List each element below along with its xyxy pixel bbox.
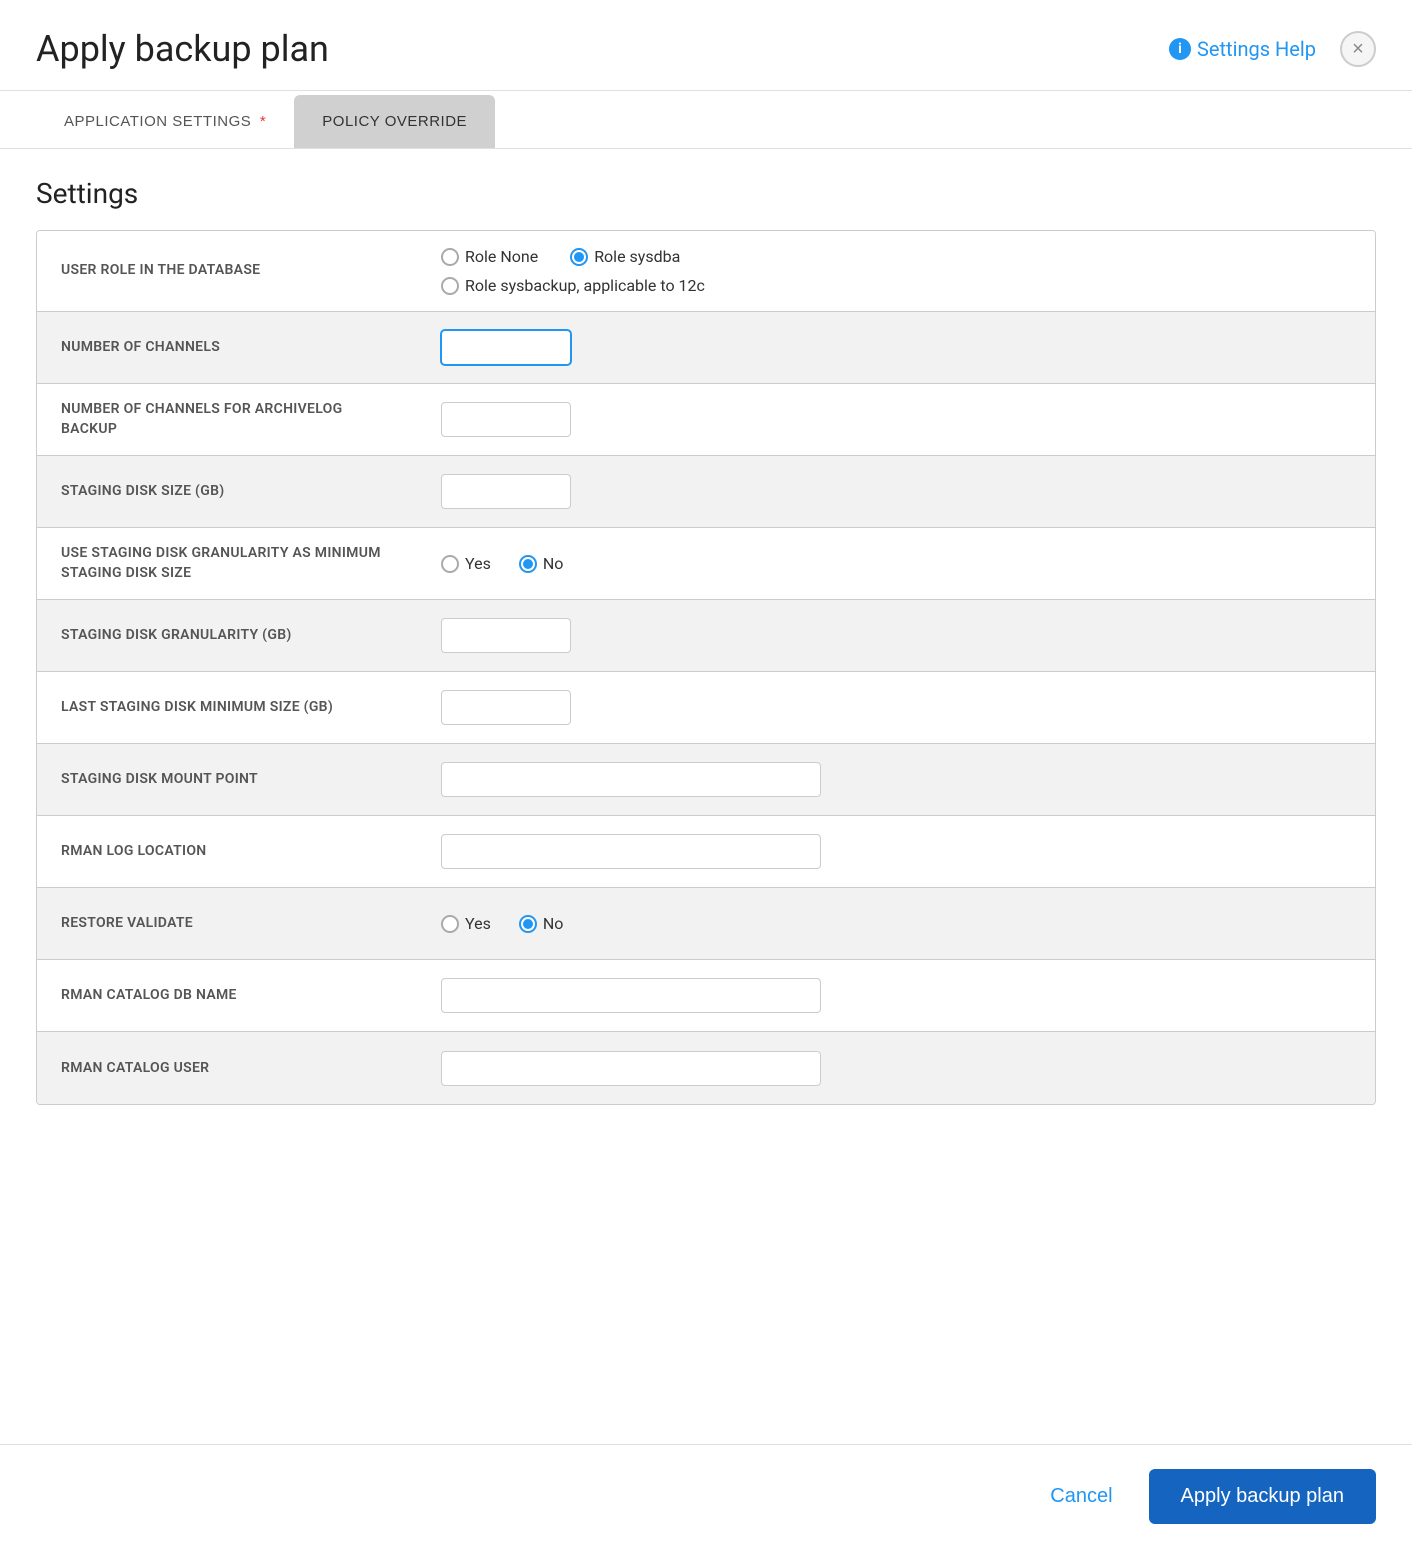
radio-group-user-role: Role None Role sysdba Role sysbackup, ap… bbox=[441, 247, 717, 295]
field-label-rman-catalog-db: RMAN CATALOG DB NAME bbox=[37, 970, 417, 1022]
num-channels-archivelog-input[interactable] bbox=[441, 402, 571, 437]
dialog-footer: Cancel Apply backup plan bbox=[0, 1444, 1412, 1548]
tab-policy-override-label: POLICY OVERRIDE bbox=[322, 113, 467, 130]
tab-application-settings[interactable]: APPLICATION SETTINGS * bbox=[36, 95, 294, 148]
main-content: Settings USER ROLE IN THE DATABASE Role … bbox=[0, 149, 1412, 1444]
field-control-last-staging-disk-min bbox=[417, 674, 1375, 741]
field-control-rman-catalog-user bbox=[417, 1035, 1375, 1102]
staging-disk-size-input[interactable] bbox=[441, 474, 571, 509]
table-row: RESTORE VALIDATE Yes No bbox=[37, 888, 1375, 960]
tabs-bar: APPLICATION SETTINGS * POLICY OVERRIDE bbox=[0, 95, 1412, 149]
radio-label-yes-2: Yes bbox=[465, 914, 491, 933]
field-control-staging-disk-mount bbox=[417, 746, 1375, 813]
radio-circle-yes-1 bbox=[441, 555, 459, 573]
info-icon: i bbox=[1169, 38, 1191, 60]
table-row: RMAN LOG LOCATION bbox=[37, 816, 1375, 888]
table-row: STAGING DISK MOUNT POINT bbox=[37, 744, 1375, 816]
radio-line-2: Role sysbackup, applicable to 12c bbox=[441, 276, 717, 295]
table-row: STAGING DISK GRANULARITY (GB) bbox=[37, 600, 1375, 672]
tab-app-settings-label: APPLICATION SETTINGS bbox=[64, 113, 251, 130]
radio-label-yes-1: Yes bbox=[465, 554, 491, 573]
table-row: LAST STAGING DISK MINIMUM SIZE (GB) bbox=[37, 672, 1375, 744]
rman-log-location-input[interactable] bbox=[441, 834, 821, 869]
apply-backup-plan-dialog: Apply backup plan i Settings Help × APPL… bbox=[0, 0, 1412, 1548]
field-label-staging-disk-mount: STAGING DISK MOUNT POINT bbox=[37, 754, 417, 806]
close-icon: × bbox=[1352, 38, 1364, 61]
table-row: NUMBER OF CHANNELS bbox=[37, 312, 1375, 384]
close-button[interactable]: × bbox=[1340, 31, 1376, 67]
dialog-header: Apply backup plan i Settings Help × bbox=[0, 0, 1412, 91]
staging-disk-mount-input[interactable] bbox=[441, 762, 821, 797]
radio-circle-no-1 bbox=[519, 555, 537, 573]
radio-restore-validate-no[interactable]: No bbox=[519, 914, 564, 933]
field-control-staging-disk-size bbox=[417, 458, 1375, 525]
field-label-last-staging-disk-min: LAST STAGING DISK MINIMUM SIZE (GB) bbox=[37, 682, 417, 734]
num-channels-input[interactable] bbox=[441, 330, 571, 365]
field-control-num-channels-archivelog bbox=[417, 386, 1375, 453]
radio-restore-validate-yes[interactable]: Yes bbox=[441, 914, 491, 933]
table-row: USE STAGING DISK GRANULARITY AS MINIMUM … bbox=[37, 528, 1375, 600]
staging-disk-granularity-input[interactable] bbox=[441, 618, 571, 653]
settings-help-label: Settings Help bbox=[1197, 37, 1316, 61]
radio-label-no-2: No bbox=[543, 914, 564, 933]
table-row: NUMBER OF CHANNELS FOR ARCHIVELOG BACKUP bbox=[37, 384, 1375, 456]
field-label-rman-catalog-user: RMAN CATALOG USER bbox=[37, 1043, 417, 1095]
field-control-use-staging-granularity: Yes No bbox=[417, 538, 1375, 589]
field-control-rman-catalog-db bbox=[417, 962, 1375, 1029]
tab-policy-override[interactable]: POLICY OVERRIDE bbox=[294, 95, 495, 148]
settings-help-link[interactable]: i Settings Help bbox=[1169, 37, 1316, 61]
field-control-restore-validate: Yes No bbox=[417, 898, 1375, 949]
settings-section-title: Settings bbox=[36, 177, 1376, 210]
field-control-staging-disk-granularity bbox=[417, 602, 1375, 669]
field-label-restore-validate: RESTORE VALIDATE bbox=[37, 898, 417, 950]
header-right: i Settings Help × bbox=[1169, 31, 1376, 67]
field-label-staging-disk-granularity: STAGING DISK GRANULARITY (GB) bbox=[37, 610, 417, 662]
field-control-num-channels bbox=[417, 314, 1375, 381]
field-label-num-channels: NUMBER OF CHANNELS bbox=[37, 322, 417, 374]
radio-label-role-sysdba: Role sysdba bbox=[594, 247, 680, 266]
radio-label-role-sysbackup: Role sysbackup, applicable to 12c bbox=[465, 276, 705, 295]
field-control-rman-log-location bbox=[417, 818, 1375, 885]
required-indicator: * bbox=[255, 113, 266, 130]
radio-circle-yes-2 bbox=[441, 915, 459, 933]
radio-use-staging-yes[interactable]: Yes bbox=[441, 554, 491, 573]
field-control-user-role: Role None Role sysdba Role sysbackup, ap… bbox=[417, 231, 1375, 311]
table-row: RMAN CATALOG USER bbox=[37, 1032, 1375, 1104]
last-staging-disk-min-input[interactable] bbox=[441, 690, 571, 725]
field-label-user-role: USER ROLE IN THE DATABASE bbox=[37, 245, 417, 297]
rman-catalog-db-input[interactable] bbox=[441, 978, 821, 1013]
radio-role-sysbackup[interactable]: Role sysbackup, applicable to 12c bbox=[441, 276, 705, 295]
rman-catalog-user-input[interactable] bbox=[441, 1051, 821, 1086]
radio-label-role-none: Role None bbox=[465, 247, 538, 266]
radio-use-staging-no[interactable]: No bbox=[519, 554, 564, 573]
table-row: RMAN CATALOG DB NAME bbox=[37, 960, 1375, 1032]
apply-backup-plan-button[interactable]: Apply backup plan bbox=[1149, 1469, 1376, 1524]
cancel-button[interactable]: Cancel bbox=[1030, 1473, 1132, 1520]
dialog-title: Apply backup plan bbox=[36, 28, 329, 70]
radio-circle-role-sysdba bbox=[570, 248, 588, 266]
table-row: STAGING DISK SIZE (GB) bbox=[37, 456, 1375, 528]
radio-circle-role-sysbackup bbox=[441, 277, 459, 295]
radio-role-none[interactable]: Role None bbox=[441, 247, 538, 266]
radio-line-1: Role None Role sysdba bbox=[441, 247, 717, 266]
radio-circle-no-2 bbox=[519, 915, 537, 933]
radio-label-no-1: No bbox=[543, 554, 564, 573]
radio-circle-role-none bbox=[441, 248, 459, 266]
radio-role-sysdba[interactable]: Role sysdba bbox=[570, 247, 680, 266]
field-label-num-channels-archivelog: NUMBER OF CHANNELS FOR ARCHIVELOG BACKUP bbox=[37, 384, 417, 455]
field-label-staging-disk-size: STAGING DISK SIZE (GB) bbox=[37, 466, 417, 518]
table-row: USER ROLE IN THE DATABASE Role None Role… bbox=[37, 231, 1375, 312]
field-label-use-staging-granularity: USE STAGING DISK GRANULARITY AS MINIMUM … bbox=[37, 528, 417, 599]
field-label-rman-log-location: RMAN LOG LOCATION bbox=[37, 826, 417, 878]
settings-table: USER ROLE IN THE DATABASE Role None Role… bbox=[36, 230, 1376, 1105]
